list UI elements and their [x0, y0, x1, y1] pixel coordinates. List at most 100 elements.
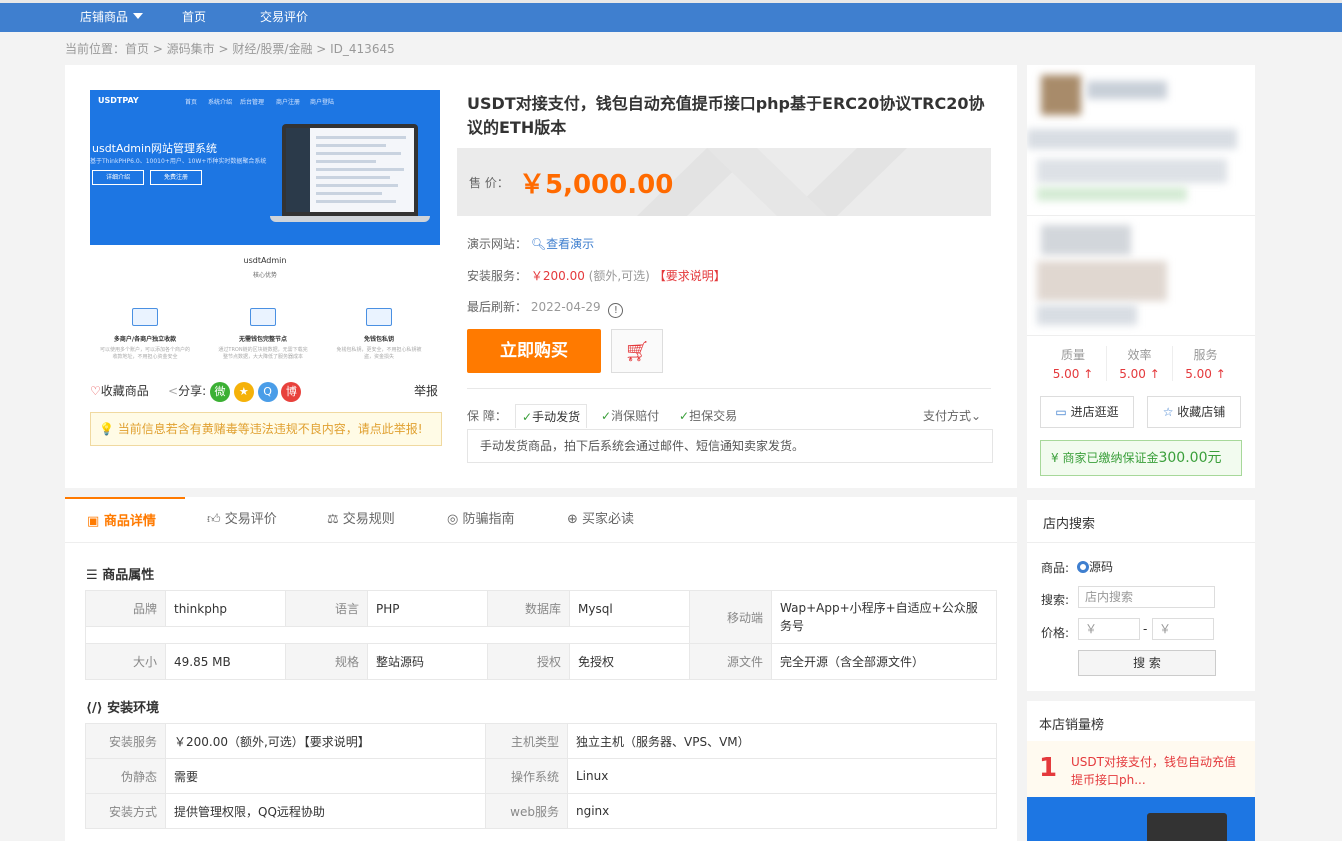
screenshot-feature: 免钱包私钥 免钱包私钥，更安全，不用担心私钥被盗，资金损失 — [334, 308, 424, 361]
collect-shop-button[interactable]: ☆ 收藏店铺 — [1147, 396, 1241, 428]
nav-home[interactable]: 首页 — [182, 3, 206, 32]
ranking-number: 1 — [1039, 753, 1058, 783]
goods-radio[interactable]: 源码 — [1077, 558, 1113, 575]
install-requirements-link[interactable]: 【要求说明】 — [654, 269, 726, 283]
shop-icon: ▭ — [1055, 405, 1067, 419]
favorite-label: 收藏商品 — [100, 384, 149, 398]
favorite-link[interactable]: ♡收藏商品 — [90, 382, 149, 400]
demo-row: 演示网站： 🔍︎查看演示 — [467, 235, 594, 252]
price-max-input[interactable]: ￥ — [1152, 618, 1214, 640]
guarantee-tab-manual[interactable]: ✓手动发货 — [515, 404, 588, 428]
scale-icon: ⚖︎ — [327, 512, 339, 527]
thumbs-up-icon: 👍︎ — [207, 512, 221, 527]
demo-label: 演示网站： — [467, 237, 528, 251]
top-nav-bar: 店铺商品 首页 交易评价 — [0, 0, 1342, 32]
share-icon: < — [168, 384, 179, 398]
store-search-input[interactable]: 店内搜索 — [1078, 586, 1215, 608]
laptop-base — [270, 216, 430, 222]
table-row: 品牌 thinkphp 语言 PHP 数据库 Mysql 移动端 Wap+App… — [85, 590, 997, 644]
nav-shop-goods[interactable]: 店铺商品 — [80, 3, 144, 32]
qzone-icon[interactable]: ★ — [233, 382, 254, 402]
table-row: 安装服务 ￥200.00（额外,可选）【要求说明】 主机类型 独立主机（服务器、… — [85, 723, 997, 759]
goods-label: 商品: — [1041, 561, 1070, 575]
score-service: 服务 5.00 ↑ — [1172, 346, 1238, 381]
share-label: 分享: — [178, 384, 207, 398]
heart-icon: ♡ — [90, 384, 101, 398]
shield-icon: ◎ — [447, 512, 459, 527]
install-label: 安装服务： — [467, 269, 528, 283]
chevron-down-icon — [133, 13, 144, 19]
store-search-panel: 店内搜索 商品: 源码 搜索: 店内搜索 价格: ￥ - ￥ 搜 索 — [1027, 500, 1255, 691]
breadcrumb: 当前位置：首页 > 源码集市 > 财经/股票/金融 > ID_413645 — [65, 42, 395, 56]
payment-method-dropdown[interactable]: 支付方式⌄ — [923, 404, 981, 428]
screenshot-menu-item: 系统介绍 — [208, 99, 233, 106]
tab-buyer-guide[interactable]: ⊕ 买家必读 — [567, 497, 634, 543]
add-to-cart-button[interactable]: 🛒︎ — [611, 329, 663, 373]
demo-link[interactable]: 🔍︎查看演示 — [531, 237, 594, 251]
check-icon: ✓ — [601, 409, 612, 423]
visit-shop-button[interactable]: ▭ 进店逛逛 — [1040, 396, 1134, 428]
guarantee-section: 保 障： ✓手动发货 ✓消保赔付 ✓担保交易 支付方式⌄ 手动发货商品，拍下后系… — [467, 404, 993, 463]
screenshot-hero: USDTPAY 首页 系统介绍 后台管理 商户注册 商户登陆 usdtAdmin… — [90, 90, 440, 245]
table-row: 安装方式 提供管理权限，QQ远程协助 web服务 nginx — [85, 793, 997, 829]
demo-link-label: 查看演示 — [546, 237, 595, 251]
chart-icon — [366, 308, 392, 326]
table-row: 伪静态 需要 操作系统 Linux — [85, 758, 997, 794]
screenshot-menu-item: 商户注册 — [276, 99, 301, 106]
environment-heading: ⟨/⟩ 安装环境 — [86, 701, 160, 716]
radio-icon — [1077, 561, 1089, 573]
ranking-item-thumbnail[interactable] — [1027, 797, 1255, 841]
install-price: ￥200.00 — [530, 269, 585, 283]
screenshot-mid-title: usdtAdmin — [243, 256, 287, 265]
shop-avatar — [1041, 75, 1081, 115]
ranking-item-title: USDT对接支付，钱包自动充值提币接口ph... — [1071, 755, 1236, 787]
guarantee-tab-compensation[interactable]: ✓消保赔付 — [601, 404, 659, 428]
attributes-heading: ☰ 商品属性 — [86, 568, 155, 583]
tab-reviews[interactable]: 👍︎ 交易评价 — [207, 497, 277, 543]
cart-icon: 🛒︎ — [624, 339, 650, 363]
weibo-icon[interactable]: 博 — [281, 382, 302, 402]
price-range-label: 价格: — [1041, 626, 1070, 640]
info-icon[interactable]: ! — [608, 303, 624, 318]
screenshot-menu-item: 后台管理 — [240, 99, 265, 106]
score-quality: 质量 5.00 ↑ — [1052, 348, 1094, 381]
refresh-label: 最后刷新： — [467, 300, 528, 314]
screenshot-button: 详细介绍 — [92, 170, 144, 185]
store-search-button[interactable]: 搜 索 — [1078, 650, 1216, 676]
report-link[interactable]: 举报 — [414, 382, 438, 400]
table-row: 大小 49.85 MB 规格 整站源码 授权 免授权 源文件 完全开源（含全部源… — [85, 643, 997, 680]
guarantee-description: 手动发货商品，拍下后系统会通过邮件、短信通知卖家发货。 — [467, 429, 993, 463]
lightbulb-icon: 💡 — [99, 422, 114, 436]
chevron-down-icon: ⌄ — [971, 409, 982, 423]
report-warning[interactable]: 💡 当前信息若含有黄赌毒等违法违规不良内容，请点此举报! — [90, 412, 442, 446]
qq-icon[interactable]: Q — [257, 382, 278, 402]
divider — [467, 388, 991, 389]
screenshot-menu-item: 商户登陆 — [310, 99, 335, 106]
share-group: <分享: 微 ★ Q 博 — [168, 382, 302, 402]
code-icon: ⟨/⟩ — [86, 701, 103, 716]
document-icon: ▣ — [87, 514, 100, 529]
yen-icon: ¥ — [1051, 451, 1059, 465]
screenshot-hero-title: usdtAdmin网站管理系统 — [92, 142, 218, 155]
screenshot-hero-subtitle: 基于ThinkPHP6.0、10010+用户、10W+币种实时数据聚合系统 — [90, 158, 267, 165]
tab-rules[interactable]: ⚖︎ 交易规则 — [327, 497, 395, 543]
store-search-title: 店内搜索 — [1043, 517, 1096, 532]
screenshot-brand: USDTPAY — [98, 96, 139, 105]
guarantee-tab-escrow[interactable]: ✓担保交易 — [679, 404, 737, 428]
price-label: 售 价： — [469, 176, 509, 190]
price-min-input[interactable]: ￥ — [1078, 618, 1140, 640]
laptop-image — [1147, 813, 1227, 841]
screenshot-feature: 无需钱包完整节点 通过TRON链的区块链数据，无需下载完整节点数据，大大降低了服… — [218, 308, 308, 361]
node-icon — [250, 308, 276, 326]
wechat-icon[interactable]: 微 — [209, 382, 230, 402]
ranking-item[interactable]: 1 USDT对接支付，钱包自动充值提币接口ph... — [1027, 741, 1255, 797]
tab-anti-fraud[interactable]: ◎ 防骗指南 — [447, 497, 515, 543]
buy-now-button[interactable]: 立即购买 — [467, 329, 601, 373]
nav-reviews[interactable]: 交易评价 — [260, 3, 308, 32]
check-icon: ✓ — [679, 409, 690, 423]
deposit-badge: ¥ 商家已缴纳保证金300.00元 — [1040, 440, 1242, 476]
price-box: 售 价： ￥5,000.00 — [457, 148, 991, 216]
tab-details[interactable]: ▣ 商品详情 — [65, 497, 185, 543]
range-dash: - — [1143, 622, 1148, 636]
product-screenshot[interactable]: USDTPAY 首页 系统介绍 后台管理 商户注册 商户登陆 usdtAdmin… — [90, 90, 440, 380]
